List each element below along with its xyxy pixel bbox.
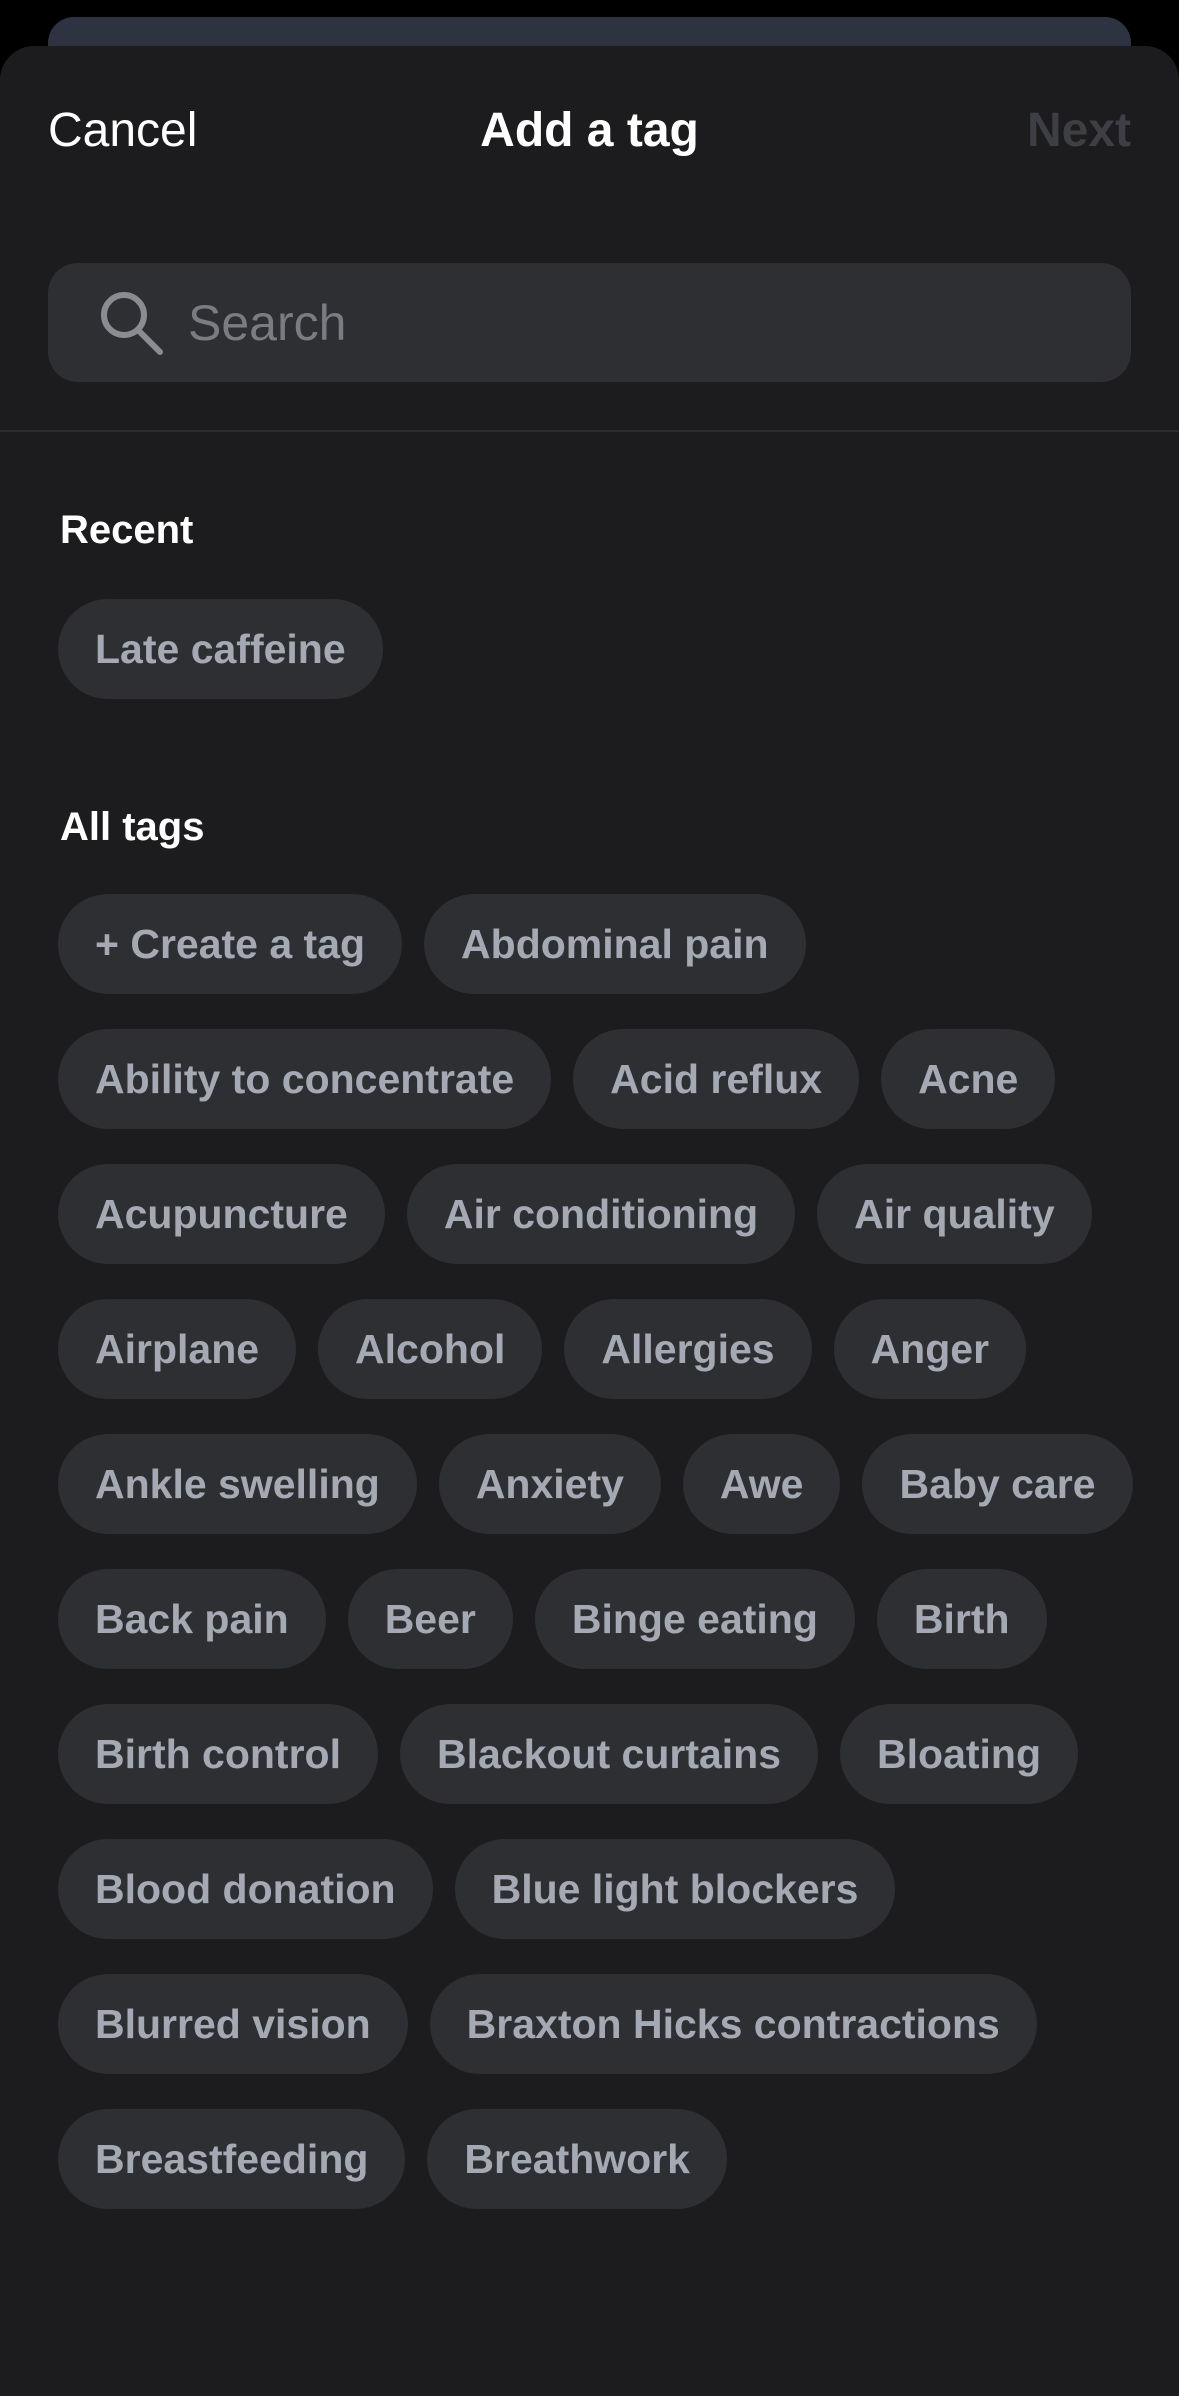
- add-tag-sheet: Cancel Add a tag Next Recent Late caffei…: [0, 46, 1179, 2396]
- tag-chip-airplane[interactable]: Airplane: [58, 1299, 297, 1399]
- tag-chip-anxiety[interactable]: Anxiety: [438, 1434, 661, 1534]
- all-tags-list: + Create a tag Abdominal pain Ability to c…: [58, 894, 1138, 2209]
- tag-chip-awe[interactable]: Awe: [682, 1434, 841, 1534]
- tag-chip-ankle-swelling[interactable]: Ankle swelling: [58, 1434, 417, 1534]
- recent-tags-list: Late caffeine: [58, 599, 1138, 699]
- tag-chip-air-quality[interactable]: Air quality: [817, 1164, 1092, 1264]
- tag-chip-beer[interactable]: Beer: [347, 1569, 513, 1669]
- page-title: Add a tag: [480, 104, 699, 157]
- tag-chip-bloating[interactable]: Bloating: [840, 1704, 1079, 1804]
- tag-chip-breastfeeding[interactable]: Breastfeeding: [58, 2109, 406, 2209]
- navigation-bar: Cancel Add a tag Next: [0, 46, 1179, 216]
- divider: [0, 430, 1179, 432]
- tag-chip-allergies[interactable]: Allergies: [564, 1299, 812, 1399]
- tag-chip-acupuncture[interactable]: Acupuncture: [58, 1164, 385, 1264]
- tag-chip-baby-care[interactable]: Baby care: [862, 1434, 1133, 1534]
- tag-chip-anger[interactable]: Anger: [833, 1299, 1027, 1399]
- tag-chip-blue-light-blockers[interactable]: Blue light blockers: [454, 1839, 896, 1939]
- tag-chip-birth[interactable]: Birth: [876, 1569, 1047, 1669]
- tag-chip-alcohol[interactable]: Alcohol: [318, 1299, 543, 1399]
- tag-chip-late-caffeine[interactable]: Late caffeine: [58, 599, 383, 699]
- tag-chip-breathwork[interactable]: Breathwork: [427, 2109, 727, 2209]
- all-tags-section-title: All tags: [60, 805, 205, 849]
- next-button[interactable]: Next: [1027, 102, 1131, 160]
- tag-chip-acne[interactable]: Acne: [881, 1029, 1056, 1129]
- tag-chip-blackout-curtains[interactable]: Blackout curtains: [399, 1704, 819, 1804]
- tag-chip-blurred-vision[interactable]: Blurred vision: [58, 1974, 408, 2074]
- recent-section-title: Recent: [60, 508, 194, 552]
- search-bar[interactable]: [48, 263, 1131, 382]
- search-icon: [96, 288, 166, 358]
- tag-chip-abdominal-pain[interactable]: Abdominal pain: [424, 894, 806, 994]
- tag-chip-braxton-hicks-contractions[interactable]: Braxton Hicks contractions: [429, 1974, 1037, 2074]
- tag-chip-air-conditioning[interactable]: Air conditioning: [406, 1164, 796, 1264]
- tag-chip-back-pain[interactable]: Back pain: [58, 1569, 326, 1669]
- tag-chip-binge-eating[interactable]: Binge eating: [534, 1569, 855, 1669]
- tag-chip-create-a-tag[interactable]: + Create a tag: [58, 894, 403, 994]
- tag-chip-blood-donation[interactable]: Blood donation: [58, 1839, 433, 1939]
- search-input[interactable]: [188, 282, 1131, 363]
- tag-chip-birth-control[interactable]: Birth control: [58, 1704, 378, 1804]
- tag-chip-acid-reflux[interactable]: Acid reflux: [573, 1029, 860, 1129]
- tag-chip-ability-to-concentrate[interactable]: Ability to concentrate: [58, 1029, 552, 1129]
